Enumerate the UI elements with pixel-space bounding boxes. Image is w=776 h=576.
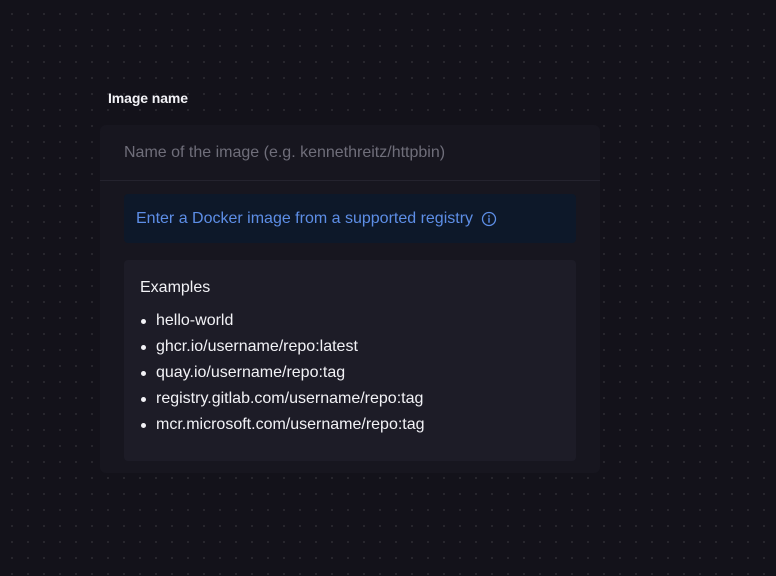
image-name-input[interactable] (100, 125, 600, 180)
image-name-card: Enter a Docker image from a supported re… (100, 125, 600, 473)
example-item-text: quay.io/username/repo:tag (156, 364, 346, 381)
bullet-icon (141, 345, 146, 350)
bullet-icon (141, 371, 146, 376)
examples-title: Examples (140, 279, 211, 296)
image-name-label: Image name (108, 90, 188, 106)
example-item: mcr.microsoft.com/username/repo:tag (140, 412, 560, 438)
bullet-icon (141, 397, 146, 402)
example-item: hello-world (140, 308, 560, 334)
examples-box: Examples hello-world ghcr.io/username/re… (124, 260, 576, 461)
info-banner: Enter a Docker image from a supported re… (124, 194, 576, 243)
example-item: registry.gitlab.com/username/repo:tag (140, 386, 560, 412)
example-item-text: hello-world (156, 312, 234, 329)
examples-list: hello-world ghcr.io/username/repo:latest… (140, 308, 560, 438)
example-item-text: registry.gitlab.com/username/repo:tag (156, 390, 424, 407)
info-banner-text: Enter a Docker image from a supported re… (136, 209, 474, 227)
input-row (100, 125, 600, 181)
example-item-text: mcr.microsoft.com/username/repo:tag (156, 416, 425, 433)
info-icon[interactable] (481, 211, 497, 227)
bullet-icon (141, 319, 146, 324)
example-item: quay.io/username/repo:tag (140, 360, 560, 386)
bullet-icon (141, 423, 146, 428)
example-item: ghcr.io/username/repo:latest (140, 334, 560, 360)
example-item-text: ghcr.io/username/repo:latest (156, 338, 358, 355)
